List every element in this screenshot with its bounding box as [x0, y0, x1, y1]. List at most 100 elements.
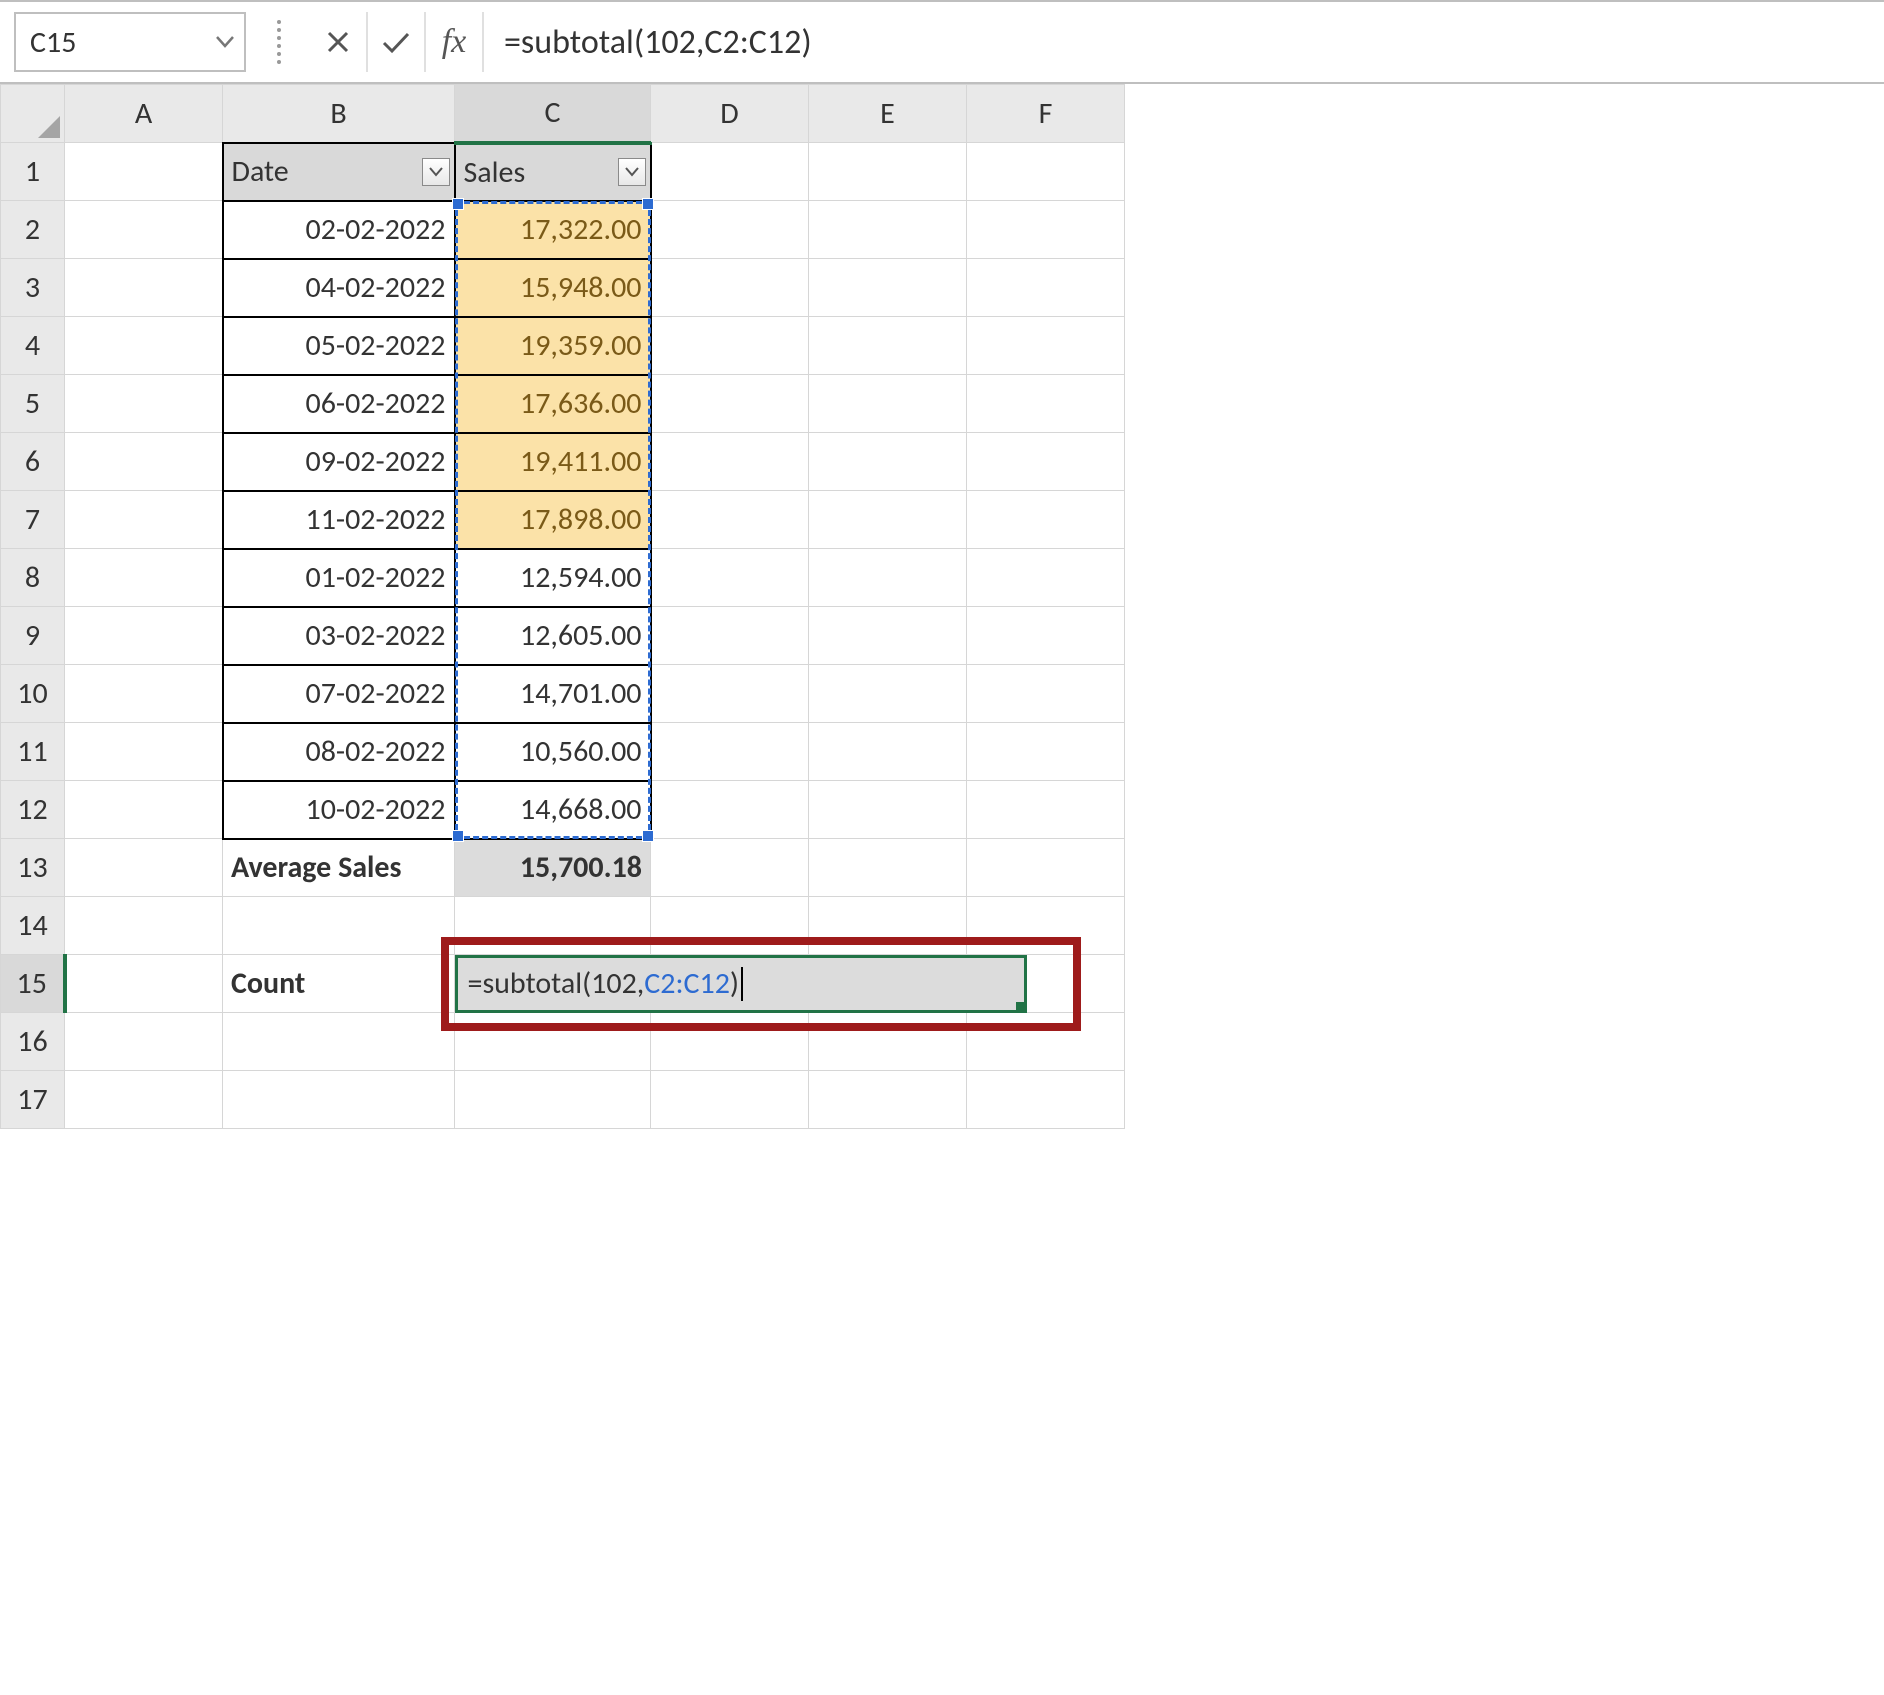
- cell-C12[interactable]: 14,668.00: [455, 781, 651, 839]
- cell-A5[interactable]: [65, 375, 223, 433]
- cell-F10[interactable]: [967, 665, 1125, 723]
- cell-D2[interactable]: [651, 201, 809, 259]
- cell-B10[interactable]: 07-02-2022: [223, 665, 455, 723]
- cell-B5[interactable]: 06-02-2022: [223, 375, 455, 433]
- cell-D10[interactable]: [651, 665, 809, 723]
- cell-C1[interactable]: Sales: [455, 143, 651, 201]
- cell-D12[interactable]: [651, 781, 809, 839]
- row-header-15[interactable]: 15: [1, 955, 65, 1013]
- chevron-down-icon[interactable]: [216, 36, 234, 48]
- row-header-11[interactable]: 11: [1, 723, 65, 781]
- cell-C7[interactable]: 17,898.00: [455, 491, 651, 549]
- cell-E5[interactable]: [809, 375, 967, 433]
- cell-A3[interactable]: [65, 259, 223, 317]
- cell-E7[interactable]: [809, 491, 967, 549]
- cell-F2[interactable]: [967, 201, 1125, 259]
- cell-C10[interactable]: 14,701.00: [455, 665, 651, 723]
- cell-C11[interactable]: 10,560.00: [455, 723, 651, 781]
- row-header-7[interactable]: 7: [1, 491, 65, 549]
- row-header-10[interactable]: 10: [1, 665, 65, 723]
- cell-D11[interactable]: [651, 723, 809, 781]
- cell-A9[interactable]: [65, 607, 223, 665]
- cell-D17[interactable]: [651, 1071, 809, 1129]
- cell-D16[interactable]: [651, 1013, 809, 1071]
- cell-A14[interactable]: [65, 897, 223, 955]
- cell-E9[interactable]: [809, 607, 967, 665]
- cell-A6[interactable]: [65, 433, 223, 491]
- cell-E3[interactable]: [809, 259, 967, 317]
- cell-D4[interactable]: [651, 317, 809, 375]
- cell-E11[interactable]: [809, 723, 967, 781]
- cell-C3[interactable]: 15,948.00: [455, 259, 651, 317]
- cell-E4[interactable]: [809, 317, 967, 375]
- cell-F5[interactable]: [967, 375, 1125, 433]
- cell-F8[interactable]: [967, 549, 1125, 607]
- cell-F12[interactable]: [967, 781, 1125, 839]
- col-header-A[interactable]: A: [65, 85, 223, 143]
- cell-A12[interactable]: [65, 781, 223, 839]
- cell-B17[interactable]: [223, 1071, 455, 1129]
- cell-D3[interactable]: [651, 259, 809, 317]
- row-header-9[interactable]: 9: [1, 607, 65, 665]
- cell-B14[interactable]: [223, 897, 455, 955]
- cell-D7[interactable]: [651, 491, 809, 549]
- cell-F16[interactable]: [967, 1013, 1125, 1071]
- cell-B1[interactable]: Date: [223, 143, 455, 201]
- cell-B15[interactable]: Count: [223, 955, 455, 1013]
- cell-D9[interactable]: [651, 607, 809, 665]
- cell-E1[interactable]: [809, 143, 967, 201]
- cell-E17[interactable]: [809, 1071, 967, 1129]
- cell-A16[interactable]: [65, 1013, 223, 1071]
- cell-A17[interactable]: [65, 1071, 223, 1129]
- row-header-4[interactable]: 4: [1, 317, 65, 375]
- cell-F7[interactable]: [967, 491, 1125, 549]
- row-header-16[interactable]: 16: [1, 1013, 65, 1071]
- cell-E16[interactable]: [809, 1013, 967, 1071]
- cell-F11[interactable]: [967, 723, 1125, 781]
- cell-C5[interactable]: 17,636.00: [455, 375, 651, 433]
- cell-B3[interactable]: 04-02-2022: [223, 259, 455, 317]
- cell-E10[interactable]: [809, 665, 967, 723]
- enter-button[interactable]: [368, 12, 426, 72]
- cell-C8[interactable]: 12,594.00: [455, 549, 651, 607]
- cell-E2[interactable]: [809, 201, 967, 259]
- row-header-5[interactable]: 5: [1, 375, 65, 433]
- name-box[interactable]: C15: [14, 12, 246, 72]
- cell-C4[interactable]: 19,359.00: [455, 317, 651, 375]
- cell-B9[interactable]: 03-02-2022: [223, 607, 455, 665]
- cell-A15[interactable]: [65, 955, 223, 1013]
- cell-A10[interactable]: [65, 665, 223, 723]
- cell-F17[interactable]: [967, 1071, 1125, 1129]
- cell-A13[interactable]: [65, 839, 223, 897]
- name-box-resize-handle[interactable]: [266, 12, 292, 72]
- cell-B12[interactable]: 10-02-2022: [223, 781, 455, 839]
- cell-D1[interactable]: [651, 143, 809, 201]
- cell-A7[interactable]: [65, 491, 223, 549]
- cell-B8[interactable]: 01-02-2022: [223, 549, 455, 607]
- cell-A11[interactable]: [65, 723, 223, 781]
- cell-C17[interactable]: [455, 1071, 651, 1129]
- cell-A2[interactable]: [65, 201, 223, 259]
- cell-F14[interactable]: [967, 897, 1125, 955]
- row-header-1[interactable]: 1: [1, 143, 65, 201]
- insert-function-button[interactable]: fx: [426, 12, 484, 72]
- col-header-F[interactable]: F: [967, 85, 1125, 143]
- cell-E14[interactable]: [809, 897, 967, 955]
- cell-F6[interactable]: [967, 433, 1125, 491]
- cell-C6[interactable]: 19,411.00: [455, 433, 651, 491]
- col-header-D[interactable]: D: [651, 85, 809, 143]
- cell-D6[interactable]: [651, 433, 809, 491]
- cell-A8[interactable]: [65, 549, 223, 607]
- cell-F3[interactable]: [967, 259, 1125, 317]
- cell-C9[interactable]: 12,605.00: [455, 607, 651, 665]
- cell-B16[interactable]: [223, 1013, 455, 1071]
- cell-D5[interactable]: [651, 375, 809, 433]
- row-header-6[interactable]: 6: [1, 433, 65, 491]
- cell-C16[interactable]: [455, 1013, 651, 1071]
- row-header-12[interactable]: 12: [1, 781, 65, 839]
- col-header-C[interactable]: C: [455, 85, 651, 143]
- cell-D13[interactable]: [651, 839, 809, 897]
- cell-A4[interactable]: [65, 317, 223, 375]
- cell-B4[interactable]: 05-02-2022: [223, 317, 455, 375]
- row-header-13[interactable]: 13: [1, 839, 65, 897]
